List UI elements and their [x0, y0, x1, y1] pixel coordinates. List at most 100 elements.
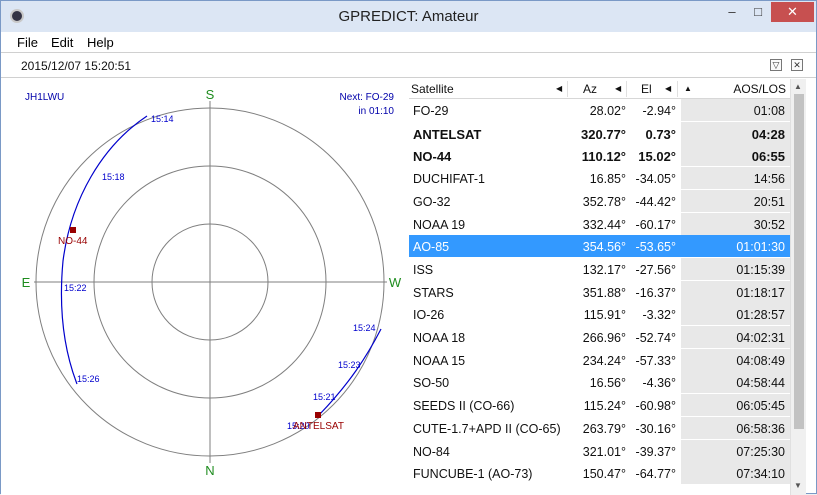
aos-los-value: 30:52	[753, 217, 785, 232]
menu-help[interactable]: Help	[87, 35, 114, 50]
elevation-value: -64.77°	[635, 467, 676, 482]
elevation-value: 0.73°	[645, 126, 676, 142]
table-row[interactable]: SEEDS II (CO-66) 115.24° -60.98° 06:05:45	[409, 394, 790, 417]
azimuth-value: 132.17°	[582, 262, 626, 277]
elevation-value: -57.33°	[635, 353, 676, 368]
aos-los-value: 04:28	[751, 126, 785, 142]
aos-los-value: 06:05:45	[736, 399, 785, 414]
aos-los-value: 07:25:30	[736, 444, 785, 459]
aos-los-value: 04:08:49	[736, 353, 785, 368]
track-time-label: 15:21	[313, 392, 336, 402]
aos-los-value: 04:58:44	[736, 376, 785, 391]
elevation-value: -39.37°	[635, 444, 676, 459]
table-row[interactable]: STARS 351.88° -16.37° 01:18:17	[409, 280, 790, 303]
satellite-marker-no44[interactable]	[70, 227, 76, 233]
polar-plot: JH1LWU Next: FO-29 in 01:10 S N E W 15:1…	[22, 87, 402, 478]
column-az[interactable]: Az	[583, 82, 597, 96]
aos-los-value: 06:58:36	[736, 421, 785, 436]
app-window: GPREDICT: Amateur – □ ✕ File Edit Help 2…	[0, 0, 817, 495]
satellite-list[interactable]: Satellite ◀ Az ◀ El ◀ ▲ AOS/LOS FO-29 28.…	[409, 79, 790, 495]
azimuth-value: 263.79°	[582, 421, 626, 436]
satellite-label-antelsat: ANTELSAT	[293, 421, 344, 432]
azimuth-value: 352.78°	[582, 194, 626, 209]
scroll-up-icon[interactable]: ▲	[794, 82, 802, 91]
track-time-label: 15:26	[77, 374, 100, 384]
azimuth-value: 115.24°	[583, 399, 626, 414]
table-row[interactable]: NOAA 15 234.24° -57.33° 04:08:49	[409, 348, 790, 371]
table-row[interactable]: GO-32 352.78° -44.42° 20:51	[409, 189, 790, 212]
collapse-icon[interactable]: ▽	[770, 59, 782, 71]
satellite-name: FO-29	[413, 104, 449, 118]
aos-los-value: 01:18:17	[736, 285, 785, 300]
scroll-down-icon[interactable]: ▼	[794, 481, 802, 490]
column-el[interactable]: El	[641, 82, 652, 96]
elevation-value: 15.02°	[638, 149, 676, 165]
aos-los-value: 07:34:10	[736, 467, 785, 482]
azimuth-value: 266.96°	[582, 331, 626, 345]
table-row[interactable]: FO-29 28.02° -2.94° 01:08	[409, 99, 790, 121]
satellite-label-no44: NO-44	[58, 236, 88, 247]
azimuth-value: 354.56°	[582, 240, 626, 255]
aos-los-value: 04:02:31	[736, 331, 785, 345]
elevation-value: -34.05°	[635, 172, 676, 187]
table-row[interactable]: AO-85 354.56° -53.65° 01:01:30	[409, 235, 790, 258]
scrollbar[interactable]: ▲ ▼	[790, 79, 806, 495]
track-time-label: 15:14	[151, 114, 174, 124]
table-row[interactable]: DUCHIFAT-1 16.85° -34.05° 14:56	[409, 167, 790, 190]
polar-view[interactable]: JH1LWU Next: FO-29 in 01:10 S N E W 15:1…	[1, 79, 409, 495]
menu-bar: File Edit Help	[1, 32, 816, 52]
sort-left-icon: ◀	[615, 84, 622, 93]
table-row[interactable]: SO-50 16.56° -4.36° 04:58:44	[409, 371, 790, 394]
satellite-name: NOAA 19	[413, 217, 466, 232]
azimuth-value: 351.88°	[582, 285, 626, 300]
station-label: JH1LWU	[25, 92, 64, 103]
aos-los-value: 14:56	[753, 172, 785, 187]
table-row[interactable]: IO-26 115.91° -3.32° 01:28:57	[409, 303, 790, 326]
close-button[interactable]: ✕	[771, 2, 814, 22]
maximize-button[interactable]: □	[745, 2, 771, 22]
aos-los-value: 20:51	[753, 194, 785, 209]
menu-edit[interactable]: Edit	[51, 35, 73, 50]
table-row[interactable]: NO-84 321.01° -39.37° 07:25:30	[409, 439, 790, 462]
west-label: W	[389, 275, 402, 290]
module-close-icon[interactable]: ✕	[791, 59, 803, 71]
satellite-name: SEEDS II (CO-66)	[413, 399, 515, 414]
table-row[interactable]: FUNCUBE-1 (AO-73) 150.47° -64.77° 07:34:10	[409, 462, 790, 485]
table-row[interactable]: NO-44 110.12° 15.02° 06:55	[409, 144, 790, 167]
satellite-name: SO-50	[413, 376, 450, 391]
elevation-value: -30.16°	[635, 421, 676, 436]
azimuth-value: 28.02°	[589, 104, 626, 118]
satellite-marker-antelsat[interactable]	[315, 412, 321, 418]
east-label: E	[22, 275, 31, 290]
table-row[interactable]: ISS 132.17° -27.56° 01:15:39	[409, 257, 790, 280]
time-bar: 2015/12/07 15:20:51 ▽ ✕	[1, 52, 816, 78]
track-time-label: 15:24	[353, 323, 376, 333]
track-antelsat	[318, 328, 382, 416]
elevation-value: -60.17°	[635, 217, 676, 232]
elevation-value: -52.74°	[635, 331, 676, 345]
scrollbar-thumb[interactable]	[794, 94, 804, 429]
minimize-button[interactable]: –	[719, 2, 745, 22]
azimuth-value: 16.85°	[589, 172, 626, 187]
azimuth-value: 332.44°	[582, 217, 626, 232]
satellite-name: AO-85	[413, 240, 450, 255]
next-pass-label: Next: FO-29	[340, 92, 395, 103]
aos-los-value: 01:01:30	[736, 240, 785, 255]
title-bar[interactable]: GPREDICT: Amateur – □ ✕	[1, 1, 816, 32]
table-header: Satellite ◀ Az ◀ El ◀ ▲ AOS/LOS	[409, 79, 790, 99]
sort-left-icon: ◀	[556, 84, 563, 93]
sort-asc-icon: ▲	[684, 84, 692, 93]
satellite-name: STARS	[413, 285, 454, 300]
sort-left-icon: ◀	[665, 84, 672, 93]
table-row[interactable]: NOAA 19 332.44° -60.17° 30:52	[409, 212, 790, 235]
table-row[interactable]: ANTELSAT 320.77° 0.73° 04:28	[409, 121, 790, 144]
table-row[interactable]: CUTE-1.7+APD II (CO-65) 263.79° -30.16° 06:…	[409, 416, 790, 439]
menu-file[interactable]: File	[17, 35, 38, 50]
satellite-name: ANTELSAT	[413, 126, 482, 142]
azimuth-value: 234.24°	[582, 353, 626, 368]
elevation-value: -16.37°	[635, 285, 676, 300]
column-satellite[interactable]: Satellite	[411, 82, 454, 96]
table-row[interactable]: NOAA 18 266.96° -52.74° 04:02:31	[409, 326, 790, 348]
aos-los-value: 06:55	[751, 149, 785, 165]
column-aos-los[interactable]: AOS/LOS	[733, 82, 786, 96]
